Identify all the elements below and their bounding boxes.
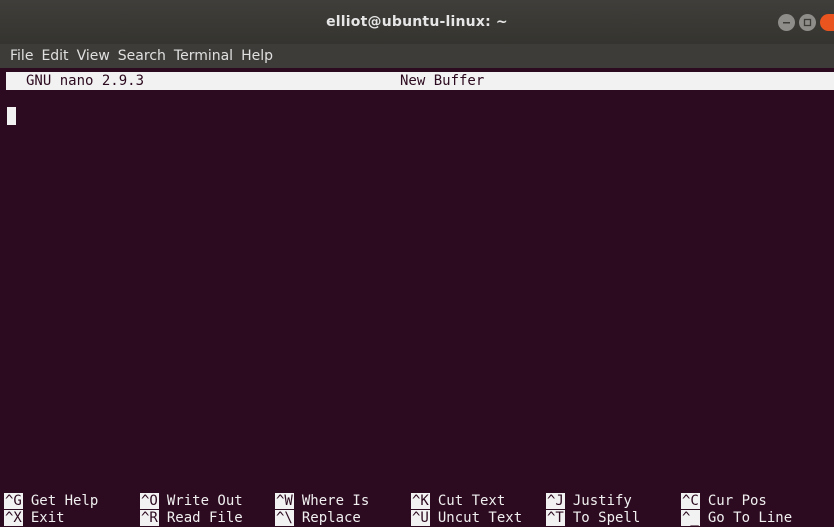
shortcut-uncut-text[interactable]: ^U Uncut Text <box>411 510 522 527</box>
shortcut-key: ^W <box>275 493 294 509</box>
shortcut-label: Go To Line <box>707 510 793 526</box>
buffer-name: New Buffer <box>400 73 485 89</box>
shortcut-key: ^C <box>681 493 700 509</box>
shortcut-label: Cur Pos <box>707 493 767 509</box>
shortcut-row-1: ^G Get Help ^O Write Out ^W Where Is ^K Cut … <box>4 493 834 510</box>
shortcut-label: Get Help <box>30 493 99 509</box>
shortcut-key: ^R <box>140 510 159 526</box>
menu-edit[interactable]: Edit <box>41 48 68 64</box>
shortcut-key: ^X <box>4 510 23 526</box>
shortcut-label: Exit <box>30 510 65 526</box>
title-bar[interactable]: elliot@ubuntu-linux: ~ <box>0 0 834 44</box>
menu-search[interactable]: Search <box>118 48 166 64</box>
shortcut-key: ^\ <box>275 510 294 526</box>
shortcut-key: ^U <box>411 510 430 526</box>
menu-view[interactable]: View <box>77 48 110 64</box>
minimize-icon[interactable] <box>778 14 795 31</box>
nano-version: GNU nano 2.9.3 <box>26 73 145 89</box>
shortcut-label: Write Out <box>166 493 243 509</box>
window-controls <box>778 14 834 32</box>
shortcut-get-help[interactable]: ^G Get Help <box>4 493 98 510</box>
shortcut-write-out[interactable]: ^O Write Out <box>140 493 243 510</box>
shortcut-cut-text[interactable]: ^K Cut Text <box>411 493 505 510</box>
shortcut-label: Replace <box>301 510 361 526</box>
shortcut-cur-pos[interactable]: ^C Cur Pos <box>681 493 767 510</box>
shortcut-key: ^J <box>546 493 565 509</box>
shortcut-label: Cut Text <box>437 493 506 509</box>
shortcut-key: ^T <box>546 510 565 526</box>
maximize-icon[interactable] <box>799 14 816 31</box>
shortcut-row-2: ^X Exit ^R Read File ^\ Replace ^U Uncut Tex… <box>4 510 834 527</box>
shortcut-label: Where Is <box>301 493 370 509</box>
shortcut-key: ^G <box>4 493 23 509</box>
shortcut-key: ^K <box>411 493 430 509</box>
terminal-content[interactable]: GNU nano 2.9.3 New Buffer ^G Get Help ^O W… <box>0 68 834 527</box>
shortcut-label: Justify <box>572 493 632 509</box>
text-cursor <box>7 107 16 125</box>
shortcut-replace[interactable]: ^\ Replace <box>275 510 361 527</box>
menu-bar: File Edit View Search Terminal Help <box>0 44 834 68</box>
menu-help[interactable]: Help <box>241 48 273 64</box>
shortcut-label: Uncut Text <box>437 510 523 526</box>
shortcut-label: Read File <box>166 510 243 526</box>
shortcut-justify[interactable]: ^J Justify <box>546 493 632 510</box>
shortcut-go-to-line[interactable]: ^_ Go To Line <box>681 510 792 527</box>
shortcut-read-file[interactable]: ^R Read File <box>140 510 243 527</box>
window-title: elliot@ubuntu-linux: ~ <box>326 14 508 30</box>
close-icon[interactable] <box>820 14 834 31</box>
shortcut-label: To Spell <box>572 510 641 526</box>
terminal-window: elliot@ubuntu-linux: ~ File Edit View Se… <box>0 0 834 527</box>
menu-file[interactable]: File <box>10 48 33 64</box>
shortcut-where-is[interactable]: ^W Where Is <box>275 493 369 510</box>
shortcut-bar: ^G Get Help ^O Write Out ^W Where Is ^K Cut … <box>4 493 834 527</box>
shortcut-key: ^O <box>140 493 159 509</box>
menu-terminal[interactable]: Terminal <box>174 48 233 64</box>
shortcut-exit[interactable]: ^X Exit <box>4 510 65 527</box>
nano-title-bar: GNU nano 2.9.3 New Buffer <box>6 72 834 90</box>
shortcut-key: ^_ <box>681 510 700 526</box>
shortcut-to-spell[interactable]: ^T To Spell <box>546 510 640 527</box>
